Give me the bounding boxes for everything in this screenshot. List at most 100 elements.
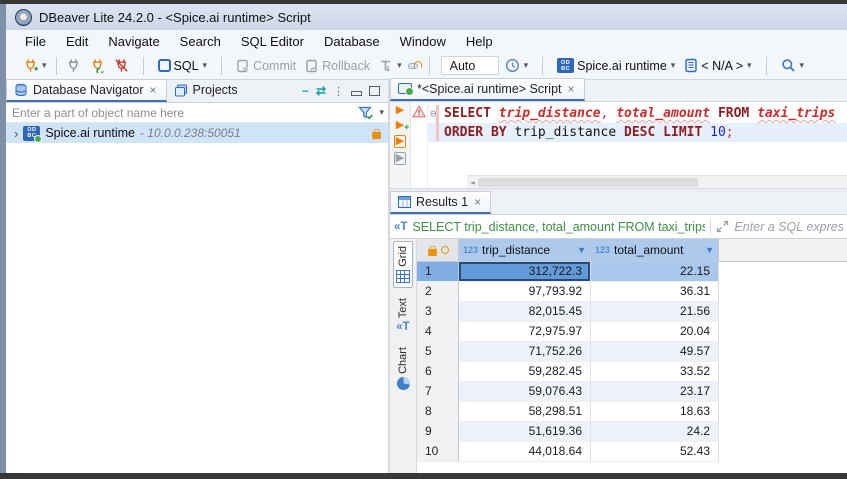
commit-button[interactable]: Commit [233,57,299,75]
row-number-cell[interactable]: 2 [417,282,459,302]
collapse-all-icon[interactable]: − [302,84,309,98]
scroll-left-icon[interactable]: ◄ [467,178,478,187]
connect-button[interactable] [63,56,84,75]
column-header-total-amount[interactable]: 123 total_amount ▼ [591,239,719,262]
total-amount-cell[interactable]: 33.52 [591,362,719,382]
total-amount-cell[interactable]: 24.2 [591,422,719,442]
rollback-button[interactable]: Rollback [302,57,373,75]
table-row[interactable]: 2 97,793.92 36.31 [417,282,847,302]
table-row[interactable]: 7 59,076.43 23.17 [417,382,847,402]
maximize-view-icon[interactable] [369,86,380,96]
minimize-view-icon[interactable] [351,91,362,96]
total-amount-cell[interactable]: 52.43 [591,442,719,462]
execute-statement-button[interactable]: ▶ [396,105,404,116]
chevron-down-icon[interactable]: ▾ [379,107,384,118]
tab-sql-script[interactable]: *<Spice.ai runtime> Script × [390,78,585,101]
execute-script-button[interactable]: ▶ [394,135,406,148]
sql-editor[interactable]: ▶ ▶+ ▶ ▶ ⊖SELECT trip_distance, total_am… [390,102,847,188]
tab-chart-view[interactable]: Chart [395,343,412,394]
editor-horizontal-scrollbar[interactable]: ◄ [467,175,847,188]
chevron-down-icon[interactable]: ▾ [203,60,208,71]
total-amount-cell[interactable]: 49.57 [591,342,719,362]
trip-distance-cell[interactable]: 59,076.43 [459,382,591,402]
trip-distance-cell[interactable]: 51,619.36 [459,422,591,442]
table-row[interactable]: 5 71,752.26 49.57 [417,342,847,362]
tab-results-1[interactable]: Results 1 × [390,191,491,214]
filter-funnel-icon[interactable] [358,106,374,120]
trip-distance-cell[interactable]: 97,793.92 [459,282,591,302]
chevron-down-icon[interactable]: ▾ [42,60,47,71]
expand-filter-icon[interactable] [716,220,729,233]
close-icon[interactable]: × [567,82,576,96]
total-amount-cell[interactable]: 36.31 [591,282,719,302]
connection-tree-item[interactable]: › ODBC Spice.ai runtime - 10.0.0.238:500… [6,123,388,143]
row-number-cell[interactable]: 3 [417,302,459,322]
menu-item[interactable]: Edit [57,32,97,51]
row-number-cell[interactable]: 4 [417,322,459,342]
search-button[interactable]: ▾ [778,56,808,75]
row-number-cell[interactable]: 7 [417,382,459,402]
total-amount-cell[interactable]: 22.15 [591,262,719,282]
title-bar[interactable]: DBeaver Lite 24.2.0 - <Spice.ai runtime>… [6,4,847,30]
trip-distance-cell[interactable]: 82,015.45 [459,302,591,322]
table-row[interactable]: 9 51,619.36 24.2 [417,422,847,442]
transaction-history-button[interactable]: ▾ [502,56,532,75]
total-amount-cell[interactable]: 21.56 [591,302,719,322]
scrollbar-thumb[interactable] [478,178,698,187]
menu-item[interactable]: Database [315,32,389,51]
column-filter-icon[interactable]: ▼ [577,245,586,255]
link-with-editor-icon[interactable]: ⇄ [316,84,326,98]
filter-expression-placeholder[interactable]: Enter a SQL expression to [734,220,843,234]
menu-item[interactable]: File [16,32,55,51]
trip-distance-cell[interactable]: 72,975.97 [459,322,591,342]
table-row[interactable]: 10 44,018.64 52.43 [417,442,847,462]
column-header-trip-distance[interactable]: 123 trip_distance ▼ [459,239,591,262]
row-number-cell[interactable]: 6 [417,362,459,382]
menu-item[interactable]: Window [391,32,455,51]
explain-plan-button[interactable]: ▶ [394,152,406,165]
menu-item[interactable]: Help [457,32,502,51]
tab-database-navigator[interactable]: Database Navigator × [6,79,167,102]
chevron-down-icon[interactable]: ▾ [524,60,529,71]
table-row[interactable]: 3 82,015.45 21.56 [417,302,847,322]
new-connection-button[interactable]: ▾ [20,56,50,75]
tree-expand-icon[interactable]: › [14,126,18,141]
table-row[interactable]: 1 312,722.3 22.15 [417,262,847,282]
row-number-cell[interactable]: 5 [417,342,459,362]
row-number-cell[interactable]: 8 [417,402,459,422]
view-menu-icon[interactable]: ⋮ [333,85,344,98]
menu-item[interactable]: SQL Editor [232,32,313,51]
row-number-cell[interactable]: 10 [417,442,459,462]
trip-distance-cell[interactable]: 44,018.64 [459,442,591,462]
menu-item[interactable]: Navigate [99,32,168,51]
row-number-cell[interactable]: 9 [417,422,459,442]
table-row[interactable]: 4 72,975.97 20.04 [417,322,847,342]
table-row[interactable]: 8 58,298.51 18.63 [417,402,847,422]
total-amount-cell[interactable]: 20.04 [591,322,719,342]
row-number-cell[interactable]: 1 [417,262,459,282]
tab-projects[interactable]: Projects [167,79,246,102]
trip-distance-cell[interactable]: 71,752.26 [459,342,591,362]
total-amount-cell[interactable]: 18.63 [591,402,719,422]
sql-editor-button[interactable]: SQL ▾ [155,57,211,75]
chevron-down-icon[interactable]: ▾ [747,60,752,71]
chevron-down-icon[interactable]: ▾ [397,60,402,71]
trip-distance-cell[interactable]: 58,298.51 [459,402,591,422]
active-connection-select[interactable]: ODBC Spice.ai runtime ▾ [554,56,678,75]
object-filter-input[interactable] [12,106,354,120]
editor-text-area[interactable]: ⊖SELECT trip_distance, total_amount FROM… [428,102,847,188]
tab-text-view[interactable]: Text «T [394,294,411,337]
total-amount-cell[interactable]: 23.17 [591,382,719,402]
reconnect-button[interactable] [87,56,108,75]
transaction-log-button[interactable]: ▾ [376,57,405,75]
close-icon[interactable]: × [148,83,157,97]
grid-corner-cell[interactable] [417,239,459,262]
active-database-select[interactable]: < N/A > ▾ [681,56,754,75]
commit-mode-select[interactable]: Auto [441,56,499,75]
chevron-down-icon[interactable]: ▾ [671,60,676,71]
menu-item[interactable]: Search [171,32,230,51]
execute-new-tab-button[interactable]: ▶+ [396,120,404,131]
trip-distance-cell[interactable]: 312,722.3 [459,262,591,282]
table-row[interactable]: 6 59,282.45 33.52 [417,362,847,382]
disconnect-button[interactable] [111,56,132,75]
